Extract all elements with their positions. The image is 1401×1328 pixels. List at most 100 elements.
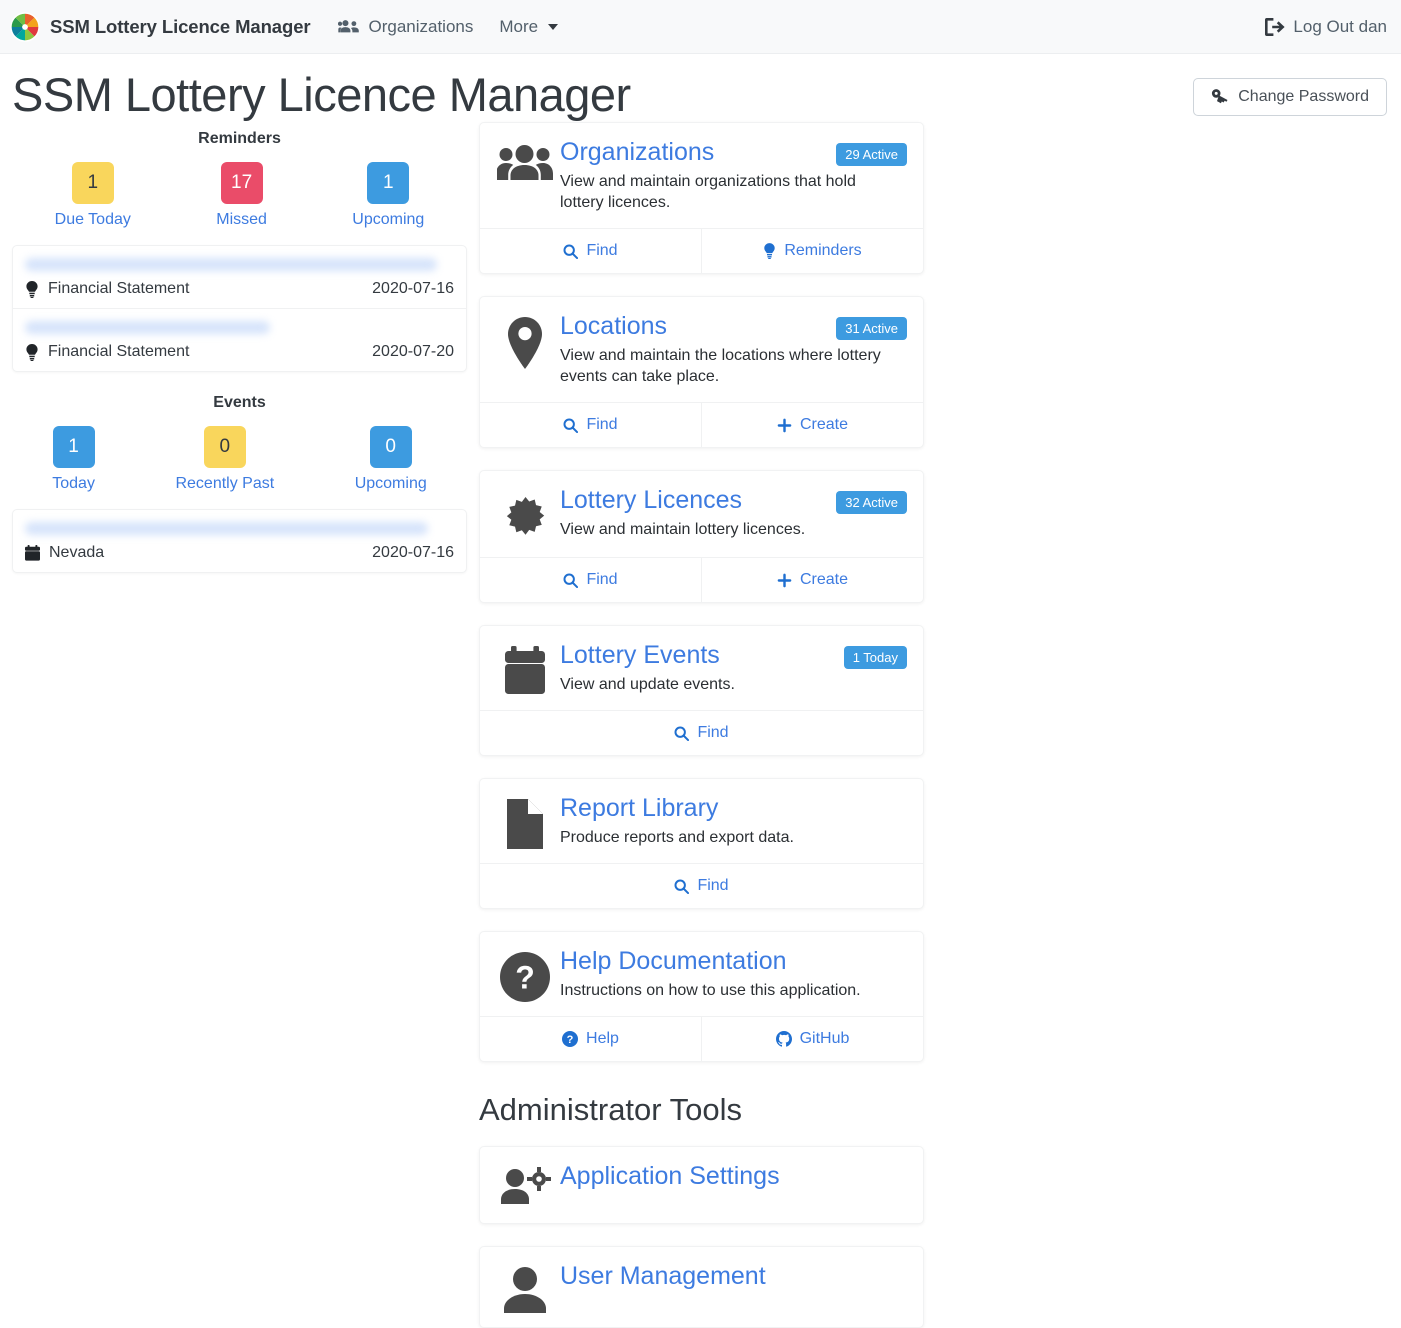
- list-item[interactable]: Financial Statement 2020-07-16: [13, 246, 466, 310]
- search-icon: [563, 418, 579, 433]
- user-icon: [496, 1263, 554, 1314]
- plus-icon: [777, 418, 792, 433]
- search-icon: [563, 573, 579, 588]
- logout-button[interactable]: Log Out dan: [1265, 17, 1387, 37]
- card-action-find[interactable]: Find: [480, 711, 923, 755]
- sign-out-icon: [1265, 17, 1286, 36]
- card-action-find[interactable]: Find: [480, 403, 701, 447]
- card-action-label: Help: [586, 1030, 619, 1048]
- plus-icon: [777, 573, 792, 588]
- card-title-organizations[interactable]: Organizations: [560, 139, 714, 167]
- card-action-find[interactable]: Find: [480, 229, 701, 273]
- calendar-icon: [25, 545, 40, 561]
- key-icon: [1211, 88, 1229, 106]
- card-description: View and maintain the locations where lo…: [560, 346, 881, 386]
- card-title-application-settings[interactable]: Application Settings: [560, 1163, 780, 1191]
- card-action-label: Find: [586, 242, 618, 260]
- card-user-management: User Management: [479, 1246, 924, 1328]
- search-icon: [674, 726, 690, 741]
- card-title-lottery-events[interactable]: Lottery Events: [560, 642, 720, 670]
- search-icon: [563, 244, 579, 259]
- status-badge: 29 Active: [836, 143, 907, 167]
- card-description: Produce reports and export data.: [560, 828, 794, 846]
- reminders-counter-due-today[interactable]: 1 Due Today: [55, 162, 131, 229]
- card-title-locations[interactable]: Locations: [560, 313, 667, 341]
- question-circle-icon: ?: [496, 948, 554, 1003]
- events-title: Events: [213, 394, 266, 412]
- events-counter-today[interactable]: 1 Today: [52, 426, 95, 493]
- main-content: Reminders 1 Due Today 17 Missed 1 Upcomi…: [0, 122, 1401, 1328]
- nav-item-organizations[interactable]: Organizations: [338, 17, 473, 37]
- event-date: 2020-07-16: [372, 544, 454, 562]
- count-value: 0: [369, 426, 412, 469]
- card-title-report-library[interactable]: Report Library: [560, 795, 718, 823]
- count-label: Upcoming: [354, 475, 427, 493]
- card-action-create[interactable]: Create: [701, 403, 923, 448]
- nav-item-organizations-label: Organizations: [368, 16, 474, 36]
- brand-label: SSM Lottery Licence Manager: [50, 15, 311, 37]
- card-application-settings: Application Settings: [479, 1146, 924, 1225]
- users-icon: [338, 19, 360, 35]
- lightbulb-icon: [763, 243, 776, 260]
- change-password-button[interactable]: Change Password: [1193, 78, 1387, 116]
- list-item[interactable]: Nevada 2020-07-16: [13, 510, 466, 572]
- events-counter-recently-past[interactable]: 0 Recently Past: [175, 426, 274, 493]
- card-help-documentation: ? Help Documentation Instructions on how…: [479, 931, 924, 1063]
- organization-name-redacted: [25, 321, 270, 335]
- question-circle-icon: ?: [562, 1031, 579, 1048]
- navbar: SSM Lottery Licence Manager Organization…: [0, 0, 1401, 54]
- card-organizations: Organizations 29 Active View and maintai…: [479, 122, 924, 275]
- reminder-date: 2020-07-20: [372, 343, 454, 361]
- count-value: 1: [71, 162, 114, 205]
- sidebar: Reminders 1 Due Today 17 Missed 1 Upcomi…: [12, 122, 467, 1328]
- organization-name-redacted: [25, 522, 429, 536]
- reminders-list: Financial Statement 2020-07-16 Financial…: [12, 245, 467, 373]
- navbar-right: Log Out dan: [1265, 17, 1387, 37]
- count-label: Today: [52, 475, 95, 493]
- card-locations: Locations 31 Active View and maintain th…: [479, 296, 924, 449]
- reminders-title: Reminders: [198, 130, 281, 148]
- svg-text:?: ?: [567, 1034, 574, 1046]
- status-badge: 31 Active: [836, 317, 907, 341]
- card-action-github[interactable]: GitHub: [701, 1017, 923, 1062]
- count-label: Recently Past: [175, 475, 275, 493]
- nav-item-more[interactable]: More: [499, 17, 559, 37]
- card-title-lottery-licences[interactable]: Lottery Licences: [560, 487, 742, 515]
- list-item[interactable]: Financial Statement 2020-07-20: [13, 309, 466, 371]
- card-description: View and maintain organizations that hol…: [560, 172, 856, 212]
- card-title-help-documentation[interactable]: Help Documentation: [560, 948, 787, 976]
- card-description: Instructions on how to use this applicat…: [560, 981, 861, 999]
- brand[interactable]: SSM Lottery Licence Manager: [10, 11, 311, 42]
- map-pin-icon: [496, 313, 554, 388]
- card-action-label: Reminders: [784, 242, 862, 260]
- card-action-label: Find: [697, 724, 729, 742]
- status-badge: 32 Active: [836, 491, 907, 515]
- card-action-label: Find: [586, 416, 618, 434]
- reminders-counters: 1 Due Today 17 Missed 1 Upcoming: [12, 162, 467, 229]
- reminders-counter-upcoming[interactable]: 1 Upcoming: [352, 162, 424, 229]
- admin-card-grid: Application Settings User Management: [479, 1146, 1389, 1328]
- card-action-help[interactable]: ? Help: [480, 1017, 701, 1061]
- events-list: Nevada 2020-07-16: [12, 509, 467, 574]
- change-password-label: Change Password: [1238, 88, 1369, 105]
- calendar-icon: [496, 642, 554, 696]
- card-action-find[interactable]: Find: [480, 864, 923, 908]
- certificate-icon: [496, 487, 554, 543]
- card-action-label: Find: [586, 571, 618, 589]
- card-action-label: Find: [697, 877, 729, 895]
- events-counter-upcoming[interactable]: 0 Upcoming: [355, 426, 427, 493]
- card-title-user-management[interactable]: User Management: [560, 1263, 766, 1291]
- count-value: 1: [52, 426, 95, 469]
- organization-name-redacted: [25, 258, 437, 272]
- card-action-create[interactable]: Create: [701, 558, 923, 603]
- card-action-find[interactable]: Find: [480, 558, 701, 602]
- event-name: Nevada: [49, 544, 105, 562]
- reminder-date: 2020-07-16: [372, 280, 454, 298]
- card-action-reminders[interactable]: Reminders: [701, 229, 923, 274]
- file-icon: [496, 795, 554, 850]
- count-value: 0: [203, 426, 246, 469]
- card-action-label: GitHub: [799, 1030, 850, 1048]
- reminders-counter-missed[interactable]: 17 Missed: [216, 162, 267, 229]
- page-title: SSM Lottery Licence Manager: [12, 68, 631, 121]
- logout-label: Log Out dan: [1293, 16, 1387, 36]
